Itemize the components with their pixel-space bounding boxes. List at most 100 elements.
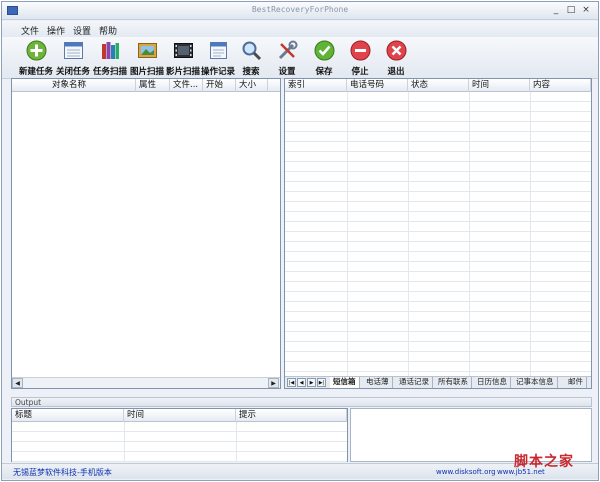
object-list-header: 对象名称 属性 文件... 开始 大小 — [12, 79, 280, 92]
output-list[interactable]: 标题 时间 提示 — [11, 408, 348, 462]
column-file[interactable]: 文件... — [170, 79, 203, 92]
status-bar: 无锡蓝梦软件科技-手机版本 www.disksoft.org www.jb51.… — [2, 463, 598, 479]
grid-column-line — [236, 422, 237, 461]
grid-row — [285, 342, 591, 352]
category-tab-bar: |◀ ◀ ▶ ▶| 短信箱 电话薄 通话记录 所有联系 日历信息 记事本信息 邮… — [285, 376, 591, 388]
task-scan-icon — [102, 42, 119, 59]
grid-row — [285, 162, 591, 172]
toolbar: 新建任务 关闭任务 任务扫描 图片扫描 影片扫描 操作记录 搜索 设置 保存 停… — [2, 37, 598, 79]
grid-row — [285, 212, 591, 222]
output-list-header: 标题 时间 提示 — [12, 409, 347, 422]
stop-icon — [350, 40, 371, 61]
column-time[interactable]: 时间 — [469, 79, 530, 92]
maximize-button[interactable]: □ — [564, 4, 578, 17]
grid-row — [285, 152, 591, 162]
title-bar[interactable]: BestRecoveryForPhone _ □ × — [2, 2, 598, 20]
output-panel-title: Output — [11, 397, 592, 407]
grid-row — [285, 192, 591, 202]
grid-row — [285, 202, 591, 212]
output-title-text: Output — [15, 398, 42, 407]
menu-operate[interactable]: 操作 — [47, 24, 65, 37]
grid-row — [12, 422, 347, 432]
search-icon — [242, 41, 262, 61]
tab-calendar[interactable]: 日历信息 — [474, 377, 511, 388]
grid-row — [285, 102, 591, 112]
grid-row — [285, 242, 591, 252]
exit-button[interactable]: 退出 — [377, 40, 415, 77]
menu-bar: 文件 操作 设置 帮助 — [2, 21, 598, 37]
grid-row — [285, 282, 591, 292]
column-size[interactable]: 大小 — [236, 79, 268, 92]
video-scan-icon — [174, 43, 193, 58]
new-task-icon — [26, 40, 47, 61]
close-button[interactable]: × — [579, 4, 593, 17]
grid-row — [285, 142, 591, 152]
grid-row — [285, 362, 591, 372]
save-icon — [314, 40, 335, 61]
exit-icon — [386, 40, 407, 61]
window-title: BestRecoveryForPhone — [251, 5, 349, 14]
grid-row — [285, 182, 591, 192]
menu-file[interactable]: 文件 — [21, 24, 39, 37]
close-task-icon — [64, 42, 83, 59]
grid-row — [285, 322, 591, 332]
app-window: BestRecoveryForPhone _ □ × 文件 操作 设置 帮助 新… — [1, 1, 599, 481]
column-phone-number[interactable]: 电话号码 — [347, 79, 408, 92]
menu-help[interactable]: 帮助 — [99, 24, 117, 37]
watermark-logo: 脚本之家 — [514, 454, 574, 470]
column-output-time[interactable]: 时间 — [124, 409, 236, 422]
grid-column-line — [469, 92, 470, 376]
horizontal-scrollbar[interactable]: ◀ ▶ — [12, 377, 280, 388]
grid-row — [285, 112, 591, 122]
tab-first-icon[interactable]: |◀ — [287, 378, 296, 387]
status-website[interactable]: www.disksoft.org — [436, 468, 496, 476]
grid-row — [12, 452, 347, 462]
tab-sms-inbox[interactable]: 短信箱 — [330, 377, 360, 388]
grid-row — [285, 332, 591, 342]
menu-settings[interactable]: 设置 — [73, 24, 91, 37]
grid-row — [285, 232, 591, 242]
grid-row — [285, 312, 591, 322]
scroll-left-arrow-icon[interactable]: ◀ — [12, 378, 23, 388]
image-scan-icon — [138, 43, 157, 58]
column-attribute[interactable]: 属性 — [136, 79, 170, 92]
tab-email[interactable]: 邮件 — [565, 377, 587, 388]
grid-row — [285, 122, 591, 132]
grid-row — [285, 222, 591, 232]
grid-row — [12, 442, 347, 452]
grid-row — [285, 272, 591, 282]
column-object-name[interactable]: 对象名称 — [12, 79, 136, 92]
minimize-button[interactable]: _ — [549, 4, 563, 17]
grid-row — [285, 302, 591, 312]
tab-prev-icon[interactable]: ◀ — [297, 378, 306, 387]
grid-column-line — [347, 92, 348, 376]
tab-next-icon[interactable]: ▶ — [307, 378, 316, 387]
toolbar-label: 退出 — [387, 67, 405, 77]
grid-column-line — [408, 92, 409, 376]
grid-row — [285, 262, 591, 272]
grid-row — [285, 172, 591, 182]
scroll-right-arrow-icon[interactable]: ▶ — [268, 378, 279, 388]
column-hint[interactable]: 提示 — [236, 409, 347, 422]
object-list[interactable]: 对象名称 属性 文件... 开始 大小 ◀ ▶ — [11, 78, 281, 389]
message-grid-header: 索引 电话号码 状态 时间 内容 — [285, 79, 591, 92]
tab-call-log[interactable]: 通话记录 — [396, 377, 433, 388]
tab-notepad[interactable]: 记事本信息 — [513, 377, 558, 388]
grid-row — [285, 252, 591, 262]
message-grid[interactable]: 索引 电话号码 状态 时间 内容 |◀ ◀ ▶ ▶| 短信箱 电话薄 通话记录 … — [284, 78, 592, 389]
grid-row — [285, 92, 591, 102]
tab-phonebook[interactable]: 电话薄 — [363, 377, 393, 388]
column-title[interactable]: 标题 — [12, 409, 124, 422]
tab-last-icon[interactable]: ▶| — [317, 378, 326, 387]
column-content[interactable]: 内容 — [530, 79, 591, 92]
grid-row — [285, 132, 591, 142]
tab-all-contacts[interactable]: 所有联系 — [435, 377, 472, 388]
column-status[interactable]: 状态 — [408, 79, 469, 92]
status-company: 无锡蓝梦软件科技-手机版本 — [13, 468, 112, 477]
grid-row — [285, 292, 591, 302]
grid-column-line — [530, 92, 531, 376]
grid-row — [12, 432, 347, 442]
column-index[interactable]: 索引 — [285, 79, 347, 92]
settings-icon — [278, 40, 298, 60]
column-start[interactable]: 开始 — [203, 79, 236, 92]
